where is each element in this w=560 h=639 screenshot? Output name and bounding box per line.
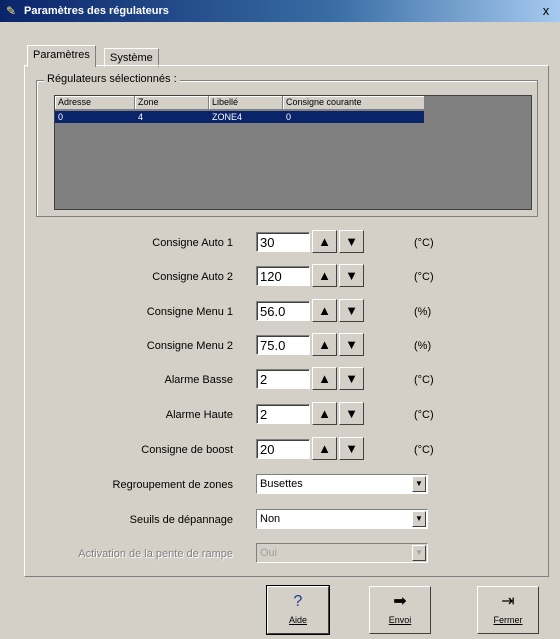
label-consigne-boost: Consigne de boost — [141, 444, 233, 456]
unit-label: (°C) — [414, 237, 434, 249]
select-regroupement-zones[interactable]: Busettes ▼ — [256, 474, 428, 494]
column-header-consigne[interactable]: Consigne courante — [283, 96, 425, 110]
unit-label: (°C) — [414, 444, 434, 456]
select-value: Busettes — [260, 478, 303, 490]
column-header-libelle[interactable]: Libellé — [209, 96, 283, 110]
label-seuils-depannage: Seuils de dépannage — [129, 514, 233, 526]
window-title: Paramètres des régulateurs — [24, 5, 169, 17]
aide-button[interactable]: ? Aide — [266, 585, 330, 635]
select-value: Oui — [260, 547, 278, 559]
down-arrow-icon[interactable]: ▼ — [339, 437, 364, 460]
close-button[interactable]: x — [538, 3, 554, 18]
column-header-adresse[interactable]: Adresse — [55, 96, 135, 110]
app-icon: ✎ — [6, 4, 17, 18]
cell-libelle: ZONE4 — [212, 112, 243, 122]
fermer-button[interactable]: ⇥ Fermer — [477, 586, 539, 634]
tab-parametres[interactable]: Paramètres — [27, 45, 96, 67]
title-bar: ✎ Paramètres des régulateurs x — [0, 0, 560, 22]
send-arrow-icon: ➡ — [393, 593, 407, 610]
dropdown-arrow-icon[interactable]: ▼ — [412, 476, 426, 492]
down-arrow-icon[interactable]: ▼ — [339, 230, 364, 253]
down-arrow-icon[interactable]: ▼ — [339, 402, 364, 425]
label-consigne-auto-1: Consigne Auto 1 — [152, 237, 233, 249]
column-header-zone[interactable]: Zone — [135, 96, 209, 110]
up-arrow-icon[interactable]: ▲ — [312, 402, 337, 425]
select-seuils-depannage[interactable]: Non ▼ — [256, 509, 428, 529]
down-arrow-icon[interactable]: ▼ — [339, 367, 364, 390]
down-arrow-icon[interactable]: ▼ — [339, 333, 364, 356]
select-activation-pente: Oui ▼ — [256, 543, 428, 563]
up-arrow-icon[interactable]: ▲ — [312, 264, 337, 287]
down-arrow-icon[interactable]: ▼ — [339, 299, 364, 322]
envoi-label: Envoi — [388, 615, 412, 625]
input-consigne-auto-2[interactable]: 120 — [256, 266, 310, 286]
dialog-window: ✎ Paramètres des régulateurs x Paramètre… — [0, 0, 560, 639]
group-label: Régulateurs sélectionnés : — [44, 73, 180, 85]
select-value: Non — [260, 513, 281, 525]
cell-adresse: 0 — [58, 112, 64, 122]
aide-label: Aide — [288, 615, 307, 625]
fermer-label: Fermer — [493, 615, 523, 625]
up-arrow-icon[interactable]: ▲ — [312, 333, 337, 356]
down-arrow-icon[interactable]: ▼ — [339, 264, 364, 287]
unit-label: (°C) — [414, 271, 434, 283]
input-alarme-haute[interactable]: 2 — [256, 404, 310, 424]
input-consigne-boost[interactable]: 20 — [256, 439, 310, 459]
label-alarme-haute: Alarme Haute — [165, 409, 233, 421]
dropdown-arrow-icon[interactable]: ▼ — [412, 511, 426, 527]
label-alarme-basse: Alarme Basse — [164, 374, 233, 386]
label-activation-pente: Activation de la pente de rampe — [78, 548, 233, 560]
regulators-list[interactable]: Adresse Zone Libellé Consigne courante 0… — [54, 95, 532, 210]
cell-consigne: 0 — [286, 112, 292, 122]
up-arrow-icon[interactable]: ▲ — [312, 299, 337, 322]
unit-label: (%) — [414, 306, 432, 318]
unit-label: (%) — [414, 340, 432, 352]
list-header: Adresse Zone Libellé Consigne courante — [55, 96, 425, 110]
input-consigne-auto-1[interactable]: 30 — [256, 232, 310, 252]
cell-zone: 4 — [138, 112, 144, 122]
label-consigne-auto-2: Consigne Auto 2 — [152, 271, 233, 283]
unit-label: (°C) — [414, 409, 434, 421]
exit-door-icon: ⇥ — [501, 593, 515, 610]
dropdown-arrow-icon: ▼ — [412, 545, 426, 561]
up-arrow-icon[interactable]: ▲ — [312, 367, 337, 390]
input-alarme-basse[interactable]: 2 — [256, 369, 310, 389]
label-consigne-menu-1: Consigne Menu 1 — [146, 306, 233, 318]
unit-label: (°C) — [414, 374, 434, 386]
input-consigne-menu-1[interactable]: 56.0 — [256, 301, 310, 321]
label-consigne-menu-2: Consigne Menu 2 — [146, 340, 233, 352]
help-icon: ? — [293, 593, 303, 610]
list-item[interactable]: 0 4 ZONE4 0 — [55, 111, 424, 123]
label-regroupement-zones: Regroupement de zones — [112, 479, 233, 491]
input-consigne-menu-2[interactable]: 75.0 — [256, 335, 310, 355]
up-arrow-icon[interactable]: ▲ — [312, 437, 337, 460]
envoi-button[interactable]: ➡ Envoi — [369, 586, 431, 634]
up-arrow-icon[interactable]: ▲ — [312, 230, 337, 253]
